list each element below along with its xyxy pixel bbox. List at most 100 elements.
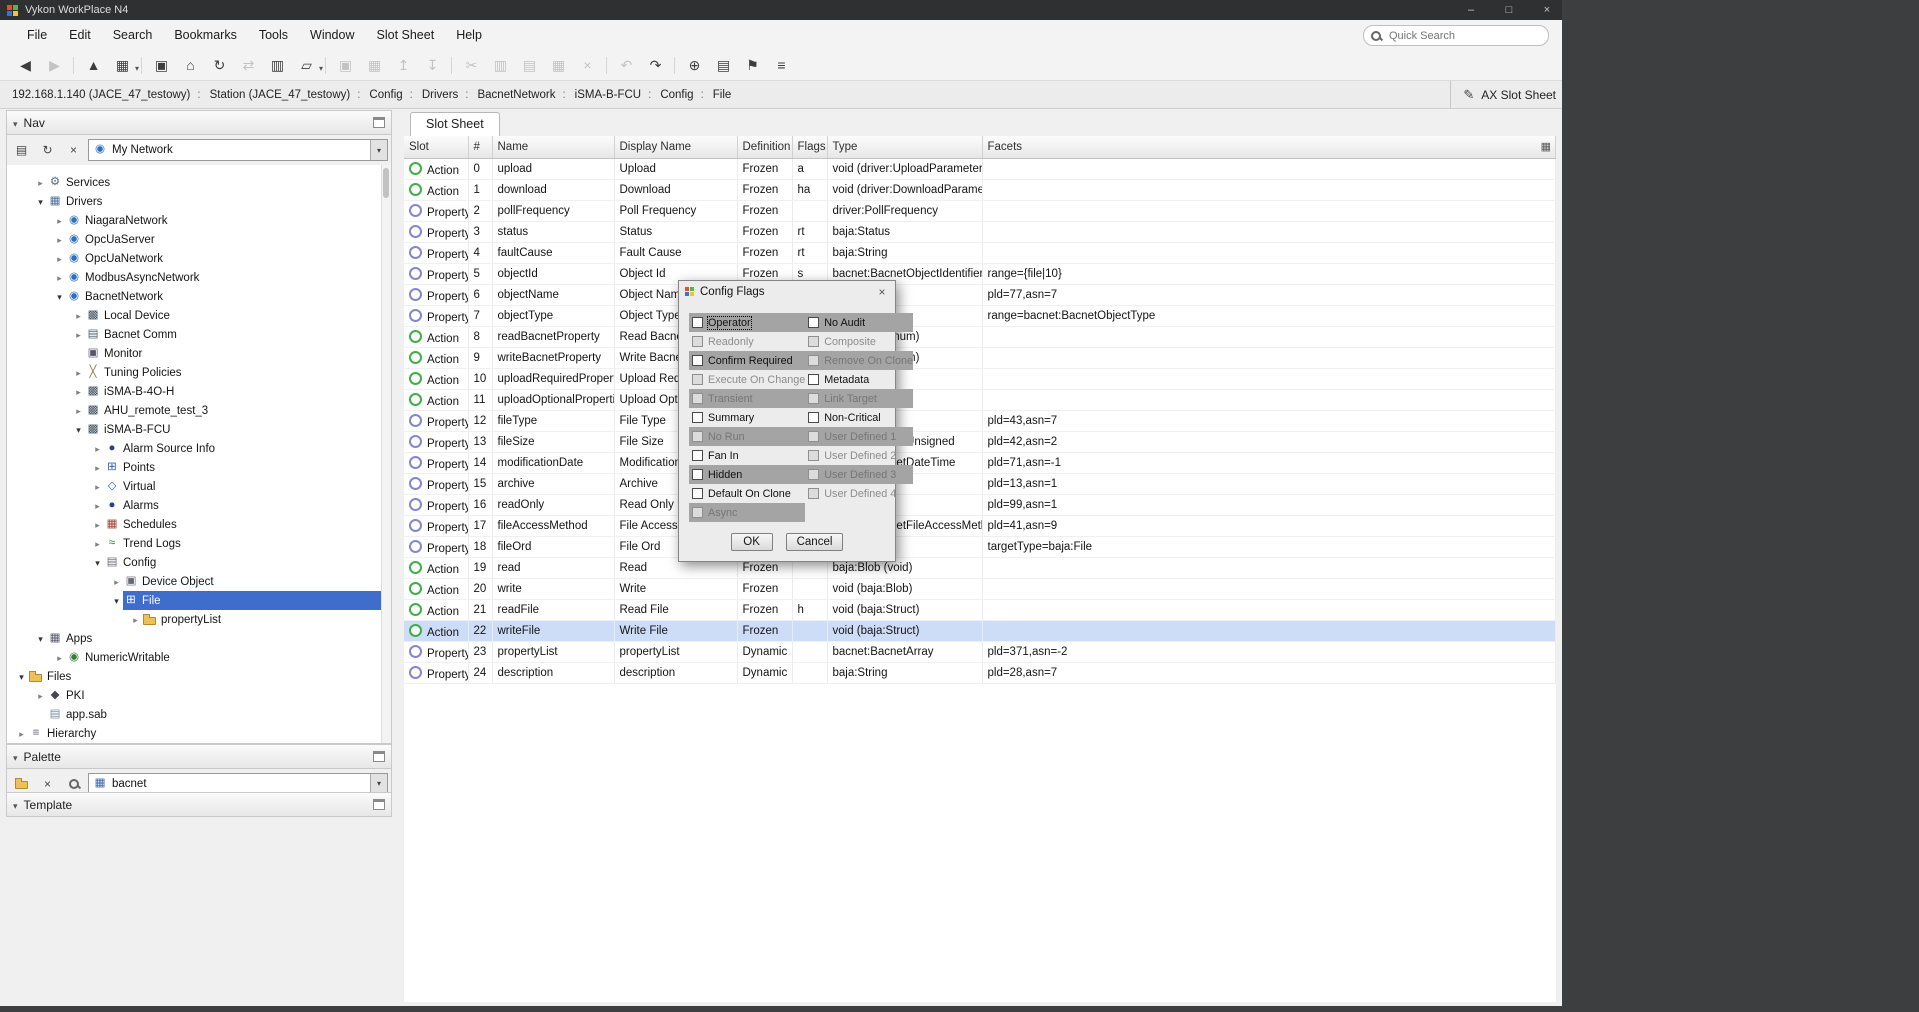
tree-item[interactable]: Drivers: [7, 192, 391, 211]
tree-item[interactable]: AHU_remote_test_3: [7, 401, 391, 420]
tree-item[interactable]: Alarm Source Info: [7, 439, 391, 458]
network-combobox[interactable]: My Network: [88, 139, 388, 161]
expand-arrow-icon[interactable]: [72, 367, 85, 379]
tree-item[interactable]: PKI: [7, 686, 391, 705]
expand-arrow-icon[interactable]: [72, 386, 85, 398]
popout-icon[interactable]: [373, 117, 385, 128]
menu-item[interactable]: Slot Sheet: [366, 24, 446, 46]
tree-scrollbar[interactable]: [381, 165, 391, 743]
column-header[interactable]: Slot: [404, 136, 468, 159]
table-row[interactable]: Property 12 fileType File Type Frozen pl…: [404, 411, 1556, 432]
scrollbar-thumb[interactable]: [383, 168, 389, 198]
flag-checkbox[interactable]: Execute On Change: [689, 370, 805, 389]
expand-arrow-icon[interactable]: [72, 329, 85, 341]
column-header[interactable]: Name: [492, 136, 614, 159]
tree-item[interactable]: File: [7, 591, 391, 610]
column-header[interactable]: Flags: [792, 136, 827, 159]
tree-item[interactable]: Local Device: [7, 306, 391, 325]
flag-checkbox[interactable]: User Defined 1: [805, 427, 913, 446]
table-row[interactable]: Action 8 readBacnetProperty Read Bacnet …: [404, 327, 1556, 348]
tree-item[interactable]: propertyList: [7, 610, 391, 629]
flag-checkbox[interactable]: Default On Clone: [689, 484, 805, 503]
maximize-button[interactable]: □: [1502, 4, 1516, 16]
ok-button[interactable]: OK: [731, 533, 773, 551]
tree-item[interactable]: NiagaraNetwork: [7, 211, 391, 230]
table-row[interactable]: Action 1 download Download Frozen ha voi…: [404, 180, 1556, 201]
flag-checkbox[interactable]: Composite: [805, 332, 913, 351]
expand-arrow-icon[interactable]: [91, 481, 104, 493]
table-row[interactable]: Action 19 read Read Frozen baja:Blob (vo…: [404, 558, 1556, 579]
close-button[interactable]: ×: [1540, 4, 1554, 16]
expand-arrow-icon[interactable]: [34, 177, 47, 189]
palette-search-button[interactable]: [62, 774, 85, 794]
flag-checkbox[interactable]: User Defined 4: [805, 484, 913, 503]
table-row[interactable]: Property 5 objectId Object Id Frozen s b…: [404, 264, 1556, 285]
table-row[interactable]: Property 4 faultCause Fault Cause Frozen…: [404, 243, 1556, 264]
equalizer-button[interactable]: ≡: [771, 55, 792, 76]
expand-arrow-icon[interactable]: [110, 576, 123, 588]
report-button[interactable]: ▤: [713, 55, 734, 76]
breadcrumb-item[interactable]: Config: [355, 87, 407, 103]
expand-arrow-icon[interactable]: [53, 291, 66, 303]
tree-item[interactable]: Virtual: [7, 477, 391, 496]
table-row[interactable]: Property 3 status Status Frozen rt baja:…: [404, 222, 1556, 243]
flag-checkbox[interactable]: Remove On Clone: [805, 351, 913, 370]
table-row[interactable]: Property 18 fileOrd File Ord Frozen targ…: [404, 537, 1556, 558]
expand-arrow-icon[interactable]: [72, 405, 85, 417]
tree-item[interactable]: Services: [7, 173, 391, 192]
breadcrumb-item[interactable]: File: [699, 87, 737, 103]
expand-arrow-icon[interactable]: [34, 633, 47, 645]
expand-arrow-icon[interactable]: [53, 215, 66, 227]
tree-item[interactable]: iSMA-B-4O-H: [7, 382, 391, 401]
tree-item[interactable]: app.sab: [7, 705, 391, 724]
flag-checkbox[interactable]: Non-Critical: [805, 408, 913, 427]
palette-panel-header[interactable]: Palette: [6, 744, 392, 769]
menu-item[interactable]: Window: [299, 24, 365, 46]
expand-arrow-icon[interactable]: [53, 652, 66, 664]
flag-button[interactable]: ⚑: [742, 55, 763, 76]
table-row[interactable]: Property 23 propertyList propertyList Dy…: [404, 642, 1556, 663]
table-row[interactable]: Property 24 description description Dyna…: [404, 663, 1556, 684]
nav-clear-button[interactable]: ×: [62, 140, 85, 160]
tree-item[interactable]: Points: [7, 458, 391, 477]
flag-checkbox[interactable]: No Audit: [805, 313, 913, 332]
add-button[interactable]: ⊕: [684, 55, 705, 76]
expand-arrow-icon[interactable]: [72, 424, 85, 436]
flag-checkbox[interactable]: User Defined 3: [805, 465, 913, 484]
paste-button[interactable]: ▤: [519, 55, 540, 76]
delete-button[interactable]: ×: [577, 55, 598, 76]
refresh-button[interactable]: ↻: [209, 55, 230, 76]
nav-views-button[interactable]: ▤: [10, 140, 33, 160]
breadcrumb-item[interactable]: Station (JACE_47_testowy): [195, 87, 355, 103]
back-button[interactable]: ◀: [15, 55, 36, 76]
expand-arrow-icon[interactable]: [53, 272, 66, 284]
table-row[interactable]: Action 9 writeBacnetProperty Write Bacne…: [404, 348, 1556, 369]
menu-item[interactable]: Help: [445, 24, 493, 46]
save-all-button[interactable]: ▦: [364, 55, 385, 76]
console-button[interactable]: ▣: [151, 55, 172, 76]
table-row[interactable]: Property 16 readOnly Read Only Frozen pl…: [404, 495, 1556, 516]
tree-item[interactable]: Tuning Policies: [7, 363, 391, 382]
column-header[interactable]: Type: [827, 136, 982, 159]
expand-arrow-icon[interactable]: [72, 310, 85, 322]
flag-checkbox[interactable]: User Defined 2: [805, 446, 913, 465]
tree-item[interactable]: ModbusAsyncNetwork: [7, 268, 391, 287]
menu-item[interactable]: Tools: [248, 24, 299, 46]
tree-item[interactable]: iSMA-B-FCU: [7, 420, 391, 439]
duplicate-button[interactable]: ▦: [548, 55, 569, 76]
tree-item[interactable]: NumericWritable: [7, 648, 391, 667]
expand-arrow-icon[interactable]: [110, 595, 123, 607]
quick-search-box[interactable]: [1363, 25, 1549, 46]
column-header[interactable]: #: [468, 136, 492, 159]
flag-checkbox[interactable]: Summary: [689, 408, 805, 427]
tree-item[interactable]: Apps: [7, 629, 391, 648]
expand-arrow-icon[interactable]: [53, 234, 66, 246]
popout-icon[interactable]: [373, 799, 385, 810]
flag-checkbox[interactable]: Fan In: [689, 446, 805, 465]
menu-item[interactable]: File: [16, 24, 58, 46]
table-row[interactable]: Property 2 pollFrequency Poll Frequency …: [404, 201, 1556, 222]
table-row[interactable]: Action 22 writeFile Write File Frozen vo…: [404, 621, 1556, 642]
table-row[interactable]: Property 13 fileSize File Size Frozen ba…: [404, 432, 1556, 453]
flag-checkbox[interactable]: Async: [689, 503, 805, 522]
column-header[interactable]: Definition: [737, 136, 792, 159]
